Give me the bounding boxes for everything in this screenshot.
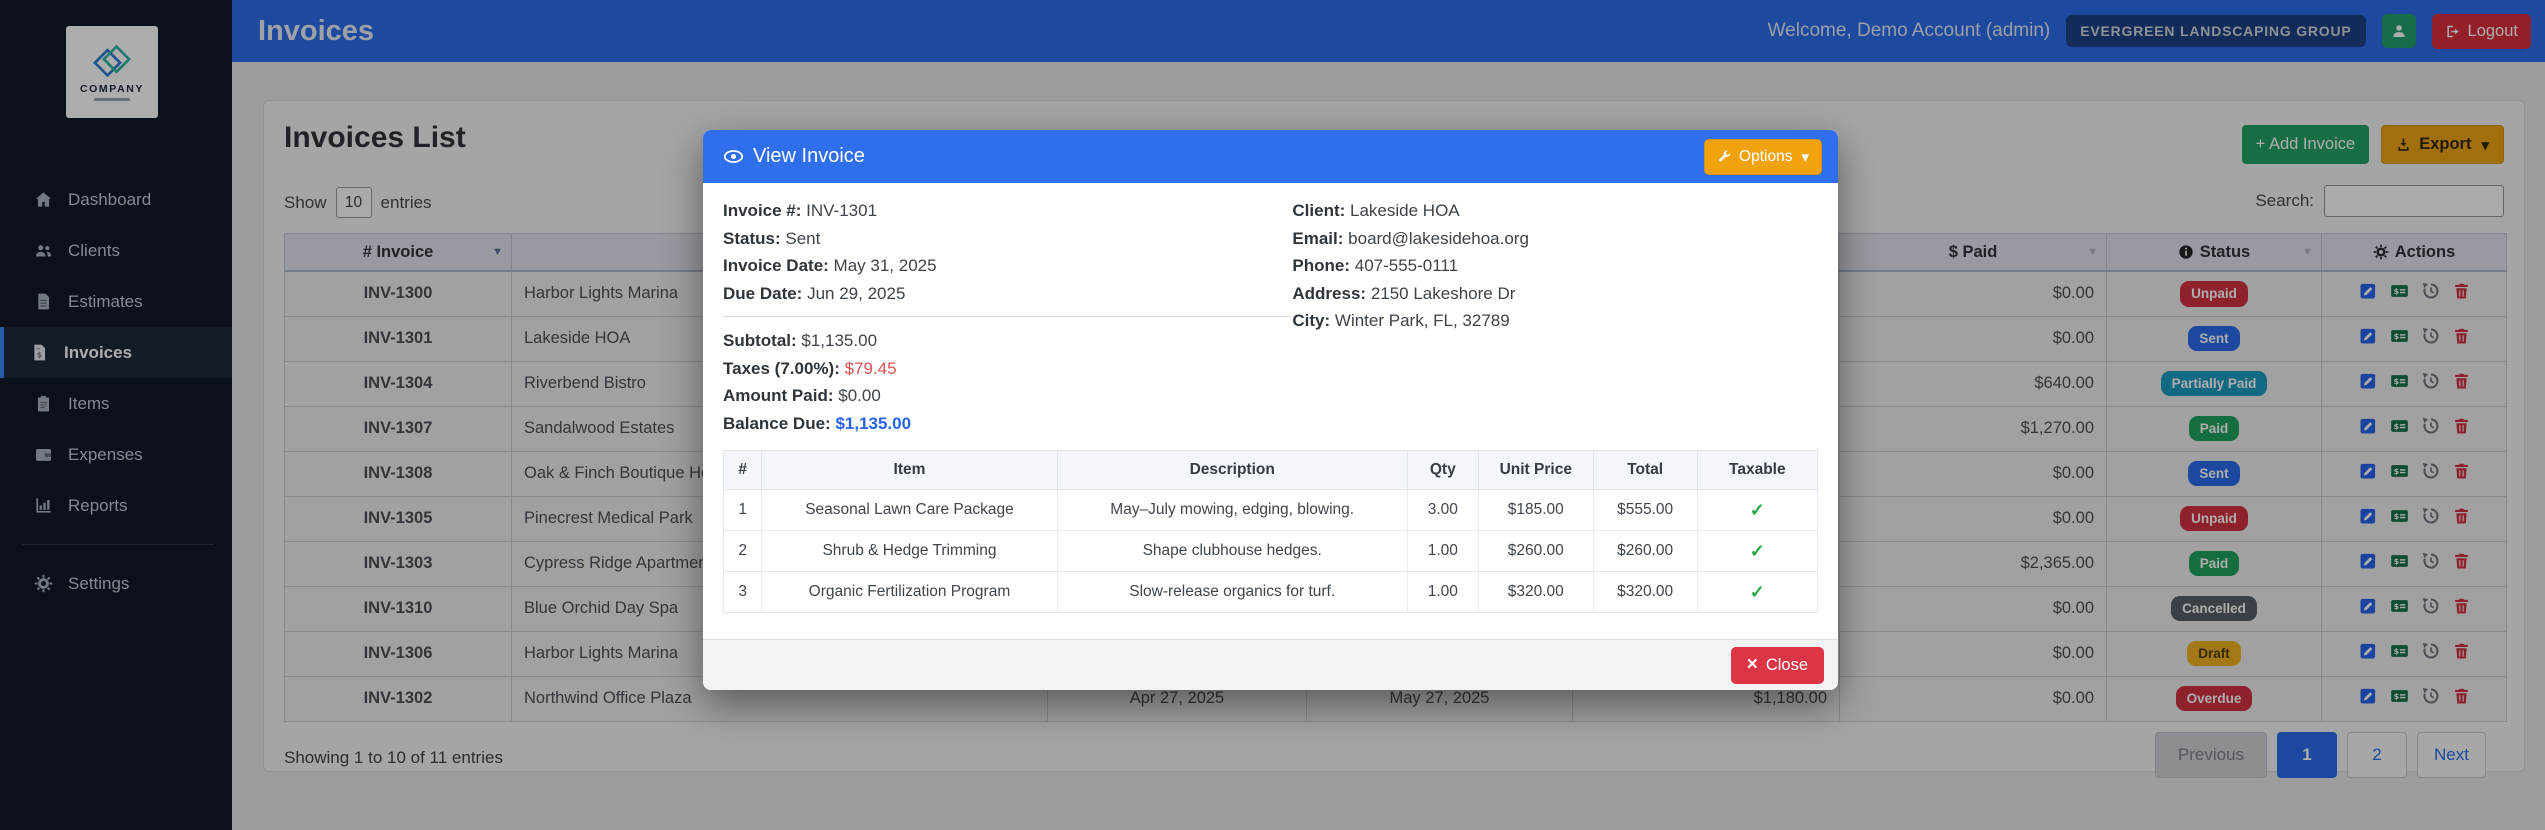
- item-qty: 1.00: [1406, 530, 1479, 572]
- items-header-num: #: [722, 450, 763, 490]
- client-line: Client: Lakeside HOA: [1292, 201, 1460, 220]
- items-header-description: Description: [1056, 450, 1408, 490]
- item-total: $260.00: [1592, 530, 1698, 572]
- subtotal-line: Subtotal: $1,135.00: [723, 331, 878, 350]
- items-header-unit-price: Unit Price: [1477, 450, 1594, 490]
- item-name: Organic Fertilization Program: [761, 571, 1058, 613]
- item-description: Slow-release organics for turf.: [1056, 571, 1408, 613]
- item-unit-price: $185.00: [1477, 489, 1594, 531]
- close-button[interactable]: Close: [1730, 646, 1824, 684]
- client-line: Phone: 407-555-0111: [1292, 256, 1459, 275]
- wrench-icon: [1717, 149, 1732, 164]
- client-line: Address: 2150 Lakeshore Dr: [1292, 283, 1516, 303]
- taxable-check-icon: ✓: [1749, 540, 1765, 561]
- item-row: 2 Shrub & Hedge Trimming Shape clubhouse…: [722, 530, 1819, 572]
- items-header-item: Item: [761, 450, 1058, 490]
- item-row: 3 Organic Fertilization Program Slow-rel…: [722, 571, 1819, 613]
- taxable-check-icon: ✓: [1749, 581, 1765, 602]
- item-description: Shape clubhouse hedges.: [1056, 530, 1408, 572]
- items-header-taxable: Taxable: [1696, 450, 1819, 490]
- items-header-qty: Qty: [1406, 450, 1479, 490]
- divider: [723, 316, 1293, 317]
- client-line: City: Winter Park, FL, 32789: [1292, 311, 1510, 330]
- modal-title: View Invoice: [753, 145, 865, 167]
- amount-paid-line: Amount Paid: $0.00: [723, 386, 881, 405]
- options-button[interactable]: Options: [1704, 138, 1822, 175]
- invoice-items-table: # Item Description Qty Unit Price Total …: [722, 450, 1819, 613]
- balance-due-line: Balance Due: $1,135.00: [723, 413, 912, 433]
- modal-footer: Close: [703, 639, 1838, 690]
- client-details: Client: Lakeside HOA Email: board@lakesi…: [1292, 197, 1818, 437]
- detail-line: Due Date: Jun 29, 2025: [723, 283, 906, 303]
- modal-body: Invoice #: INV-1301 Status: Sent Invoice…: [703, 183, 1838, 639]
- item-qty: 1.00: [1406, 571, 1479, 613]
- item-name: Seasonal Lawn Care Package: [761, 489, 1058, 531]
- item-unit-price: $260.00: [1477, 530, 1594, 572]
- item-total: $555.00: [1592, 489, 1698, 531]
- taxes-line: Taxes (7.00%): $79.45: [723, 358, 897, 378]
- items-header-total: Total: [1592, 450, 1698, 490]
- item-total: $320.00: [1592, 571, 1698, 613]
- close-label: Close: [1765, 655, 1808, 674]
- item-num: 2: [722, 530, 763, 572]
- item-row: 1 Seasonal Lawn Care Package May–July mo…: [722, 489, 1819, 531]
- modal-header: View Invoice Options: [703, 130, 1838, 183]
- item-num: 1: [722, 489, 763, 531]
- item-qty: 3.00: [1406, 489, 1479, 531]
- detail-line: Invoice Date: May 31, 2025: [723, 256, 937, 275]
- client-line: Email: board@lakesidehoa.org: [1292, 228, 1529, 248]
- item-name: Shrub & Hedge Trimming: [761, 530, 1058, 572]
- item-description: May–July mowing, edging, blowing.: [1056, 489, 1408, 531]
- items-header-row: # Item Description Qty Unit Price Total …: [722, 450, 1819, 490]
- view-invoice-modal: View Invoice Options Invoice #: INV-1301…: [703, 130, 1838, 690]
- app-window: COMPANY Dashboard Clients Estimates Invo…: [0, 0, 2545, 830]
- item-num: 3: [722, 571, 763, 613]
- options-label: Options: [1739, 147, 1793, 165]
- taxable-check-icon: ✓: [1749, 499, 1765, 520]
- invoice-details: Invoice #: INV-1301 Status: Sent Invoice…: [723, 197, 1293, 437]
- eye-icon: [723, 146, 744, 167]
- detail-line: Invoice #: INV-1301: [723, 201, 878, 220]
- detail-line: Status: Sent: [723, 228, 821, 248]
- item-unit-price: $320.00: [1477, 571, 1594, 613]
